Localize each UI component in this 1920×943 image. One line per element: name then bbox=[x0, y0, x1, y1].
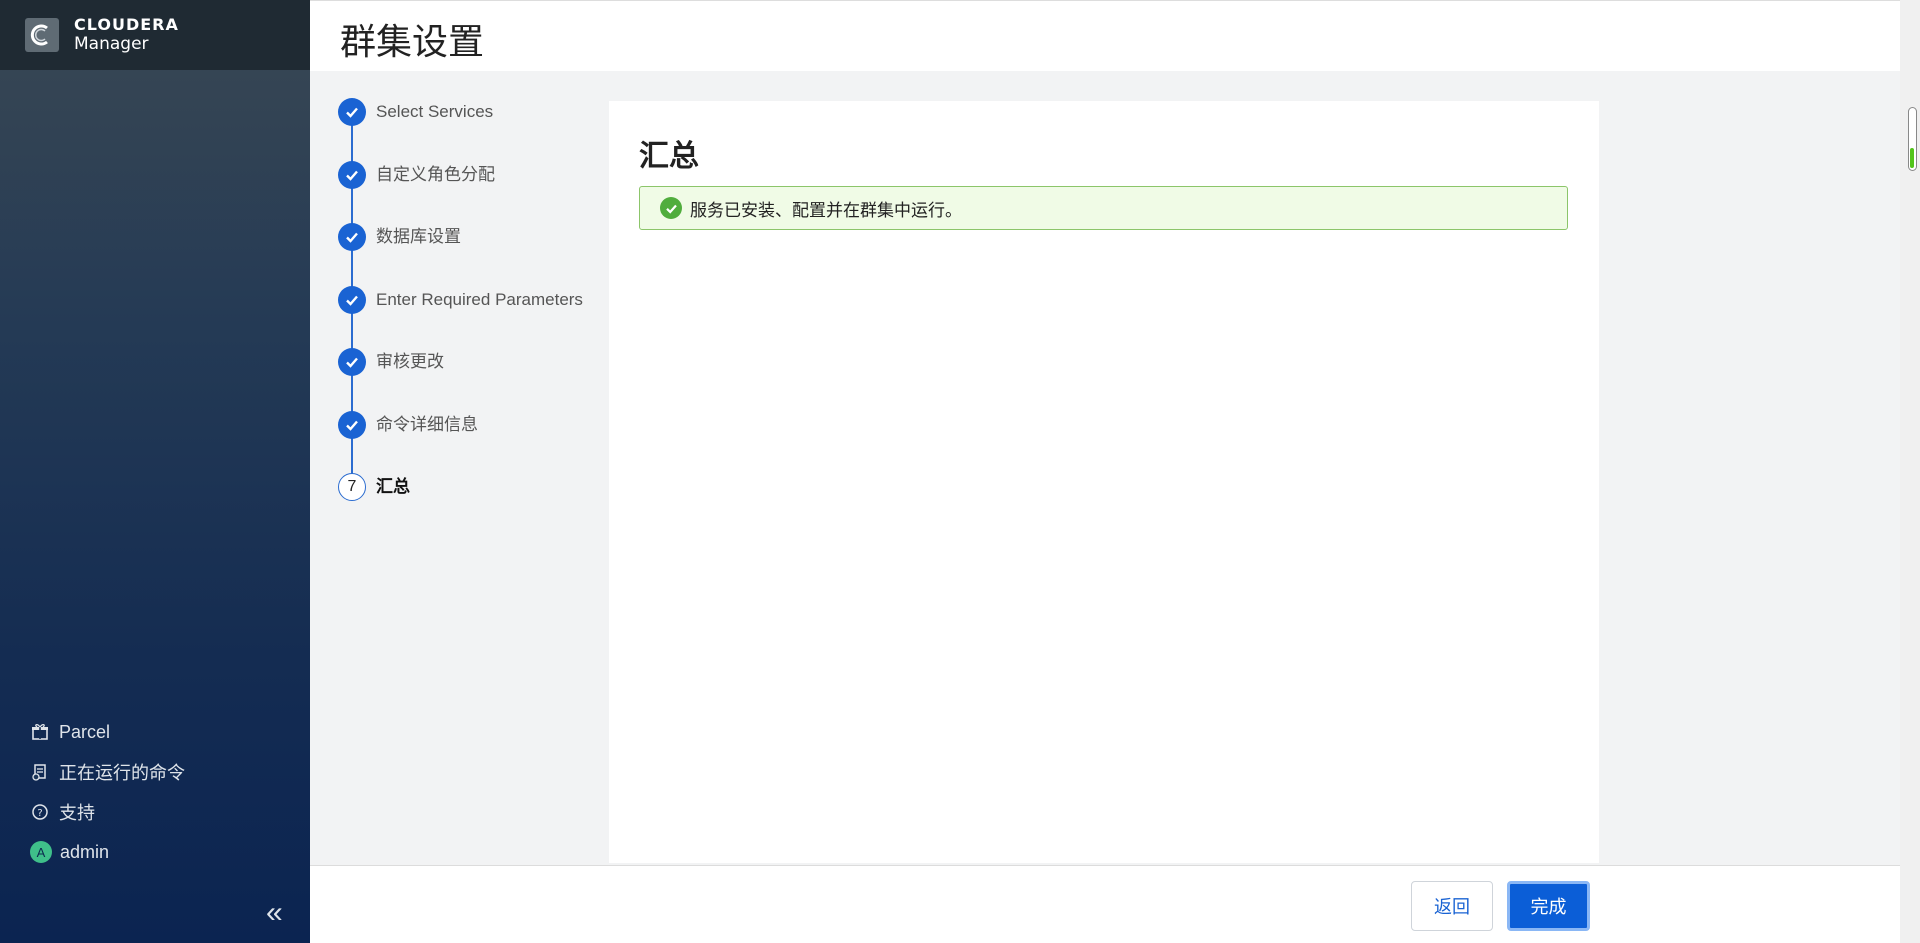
cloudera-logo-icon[interactable] bbox=[25, 18, 59, 52]
step-summary[interactable]: 7 汇总 bbox=[338, 473, 608, 536]
step-role-assignment[interactable]: 自定义角色分配 bbox=[338, 160, 608, 224]
step-select-services[interactable]: Select Services bbox=[338, 98, 608, 161]
collapse-sidebar-icon[interactable]: « bbox=[266, 898, 283, 928]
check-icon bbox=[338, 285, 366, 314]
section-title: 汇总 bbox=[639, 139, 699, 174]
check-icon bbox=[338, 410, 366, 439]
sidebar-item-support[interactable]: ? 支持 bbox=[30, 799, 95, 825]
back-button[interactable]: 返回 bbox=[1411, 881, 1493, 931]
running-commands-icon bbox=[30, 762, 50, 782]
success-alert: 服务已安装、配置并在群集中运行。 bbox=[639, 186, 1568, 230]
sidebar-item-label: Parcel bbox=[59, 721, 111, 742]
brand-name: CLOUDERA bbox=[74, 15, 179, 34]
step-label: Enter Required Parameters bbox=[376, 289, 583, 309]
help-icon: ? bbox=[30, 802, 50, 822]
step-database-setup[interactable]: 数据库设置 bbox=[338, 223, 608, 286]
check-icon bbox=[338, 160, 366, 189]
success-check-icon bbox=[660, 197, 682, 219]
step-command-details[interactable]: 命令详细信息 bbox=[338, 410, 608, 474]
product-name: Manager bbox=[74, 34, 149, 54]
check-icon bbox=[338, 223, 366, 251]
step-required-parameters[interactable]: Enter Required Parameters bbox=[338, 285, 608, 349]
parcel-icon bbox=[30, 722, 50, 742]
finish-button[interactable]: 完成 bbox=[1507, 881, 1590, 931]
avatar: A bbox=[30, 841, 52, 863]
step-label: 自定义角色分配 bbox=[376, 164, 495, 184]
vertical-scrollbar[interactable] bbox=[1900, 0, 1920, 943]
sidebar-item-label: 支持 bbox=[59, 803, 95, 823]
wizard-steps: Select Services 自定义角色分配 数据库设置 Enter Requ… bbox=[338, 98, 608, 536]
check-icon bbox=[338, 348, 366, 376]
step-label: 汇总 bbox=[376, 477, 410, 496]
svg-text:?: ? bbox=[37, 808, 42, 819]
sidebar-item-label: 正在运行的命令 bbox=[59, 763, 185, 783]
scrollbar-thumb[interactable] bbox=[1908, 107, 1917, 171]
step-label: 命令详细信息 bbox=[376, 414, 478, 434]
page-header: 群集设置 bbox=[310, 0, 1900, 71]
check-icon bbox=[338, 98, 366, 126]
logo-bar: CLOUDERA Manager bbox=[0, 0, 310, 70]
sidebar-item-admin[interactable]: A admin bbox=[30, 839, 109, 865]
sidebar-item-label: admin bbox=[60, 841, 110, 862]
sidebar-item-parcel[interactable]: Parcel bbox=[30, 719, 110, 745]
sidebar: CLOUDERA Manager Parcel 正在运行的命令 ? 支持 A a… bbox=[0, 0, 310, 943]
alert-message: 服务已安装、配置并在群集中运行。 bbox=[690, 200, 962, 220]
step-label: Select Services bbox=[376, 102, 494, 121]
step-label: 审核更改 bbox=[376, 352, 444, 371]
step-number: 7 bbox=[338, 473, 366, 501]
sidebar-item-running-commands[interactable]: 正在运行的命令 bbox=[30, 759, 185, 785]
step-label: 数据库设置 bbox=[376, 227, 461, 246]
wizard-footer: 返回 完成 bbox=[310, 865, 1900, 943]
page-title: 群集设置 bbox=[340, 22, 485, 63]
summary-panel: 汇总 服务已安装、配置并在群集中运行。 bbox=[609, 101, 1599, 863]
step-review-changes[interactable]: 审核更改 bbox=[338, 348, 608, 411]
